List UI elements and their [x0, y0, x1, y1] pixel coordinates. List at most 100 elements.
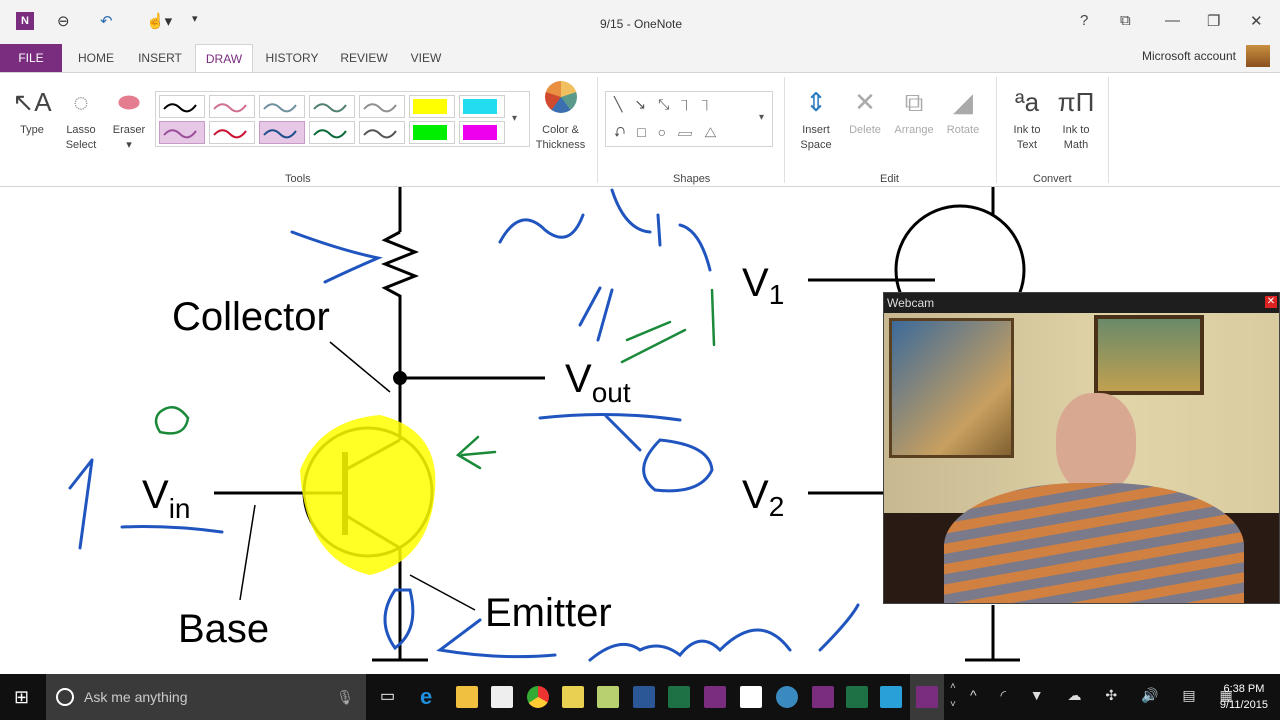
ribbon-tabs: FILE HOME INSERT DRAW HISTORY REVIEW VIE… — [0, 44, 1280, 73]
closed-shapes[interactable]: ⮏□○▱△ — [614, 122, 729, 146]
webcam-close-button[interactable]: ✕ — [1265, 296, 1277, 308]
close-button[interactable]: ✕ — [1250, 12, 1263, 30]
back-icon[interactable]: ⊖ — [57, 12, 70, 30]
lasso-label: Lasso Select — [65, 124, 97, 151]
insert-space-button[interactable]: ⇕ Insert Space — [796, 81, 836, 153]
onenote-icon[interactable] — [704, 686, 726, 708]
app-icon[interactable] — [562, 686, 584, 708]
account-menu[interactable]: Microsoft account — [1142, 49, 1236, 63]
system-tray-icons[interactable]: ^ ◜ ▼ ☁ ✣ 🔊 ▤ ▦ — [970, 687, 1243, 704]
color-thickness-button[interactable]: Color & Thickness — [533, 81, 588, 153]
tab-history[interactable]: HISTORY — [262, 44, 322, 73]
type-button[interactable]: ↖A Type — [12, 81, 52, 138]
pen-swatch[interactable] — [259, 121, 305, 144]
pen-swatch[interactable] — [259, 95, 305, 118]
avatar[interactable] — [1246, 45, 1270, 67]
v1-subscript: 1 — [769, 279, 785, 310]
webcam-video — [884, 313, 1279, 603]
pen-swatch[interactable] — [159, 95, 205, 118]
word-icon[interactable] — [633, 686, 655, 708]
pen-swatch[interactable] — [409, 95, 455, 118]
lasso-select-button[interactable]: ◌ Lasso Select — [58, 81, 104, 153]
tab-home[interactable]: HOME — [70, 44, 122, 73]
excel-icon[interactable] — [668, 686, 690, 708]
type-label: Type — [20, 124, 44, 136]
windows-start-icon[interactable]: ⊞ — [14, 687, 29, 708]
ribbon: ↖A Type ◌ Lasso Select ⬬ Eraser ▾ ▾ Color & … — [0, 72, 1280, 187]
arrange-button[interactable]: ⧉ Arrange — [890, 81, 938, 138]
delete-x-icon: ✕ — [854, 87, 876, 117]
app-icon[interactable] — [597, 686, 619, 708]
divider — [597, 77, 598, 183]
tab-insert[interactable]: INSERT — [132, 44, 188, 73]
sheets-icon[interactable] — [846, 686, 868, 708]
person-head — [1056, 393, 1136, 493]
pen-gallery-more-icon[interactable]: ▾ — [512, 113, 517, 124]
mail-icon[interactable] — [740, 686, 762, 708]
v1-label: V — [742, 261, 769, 305]
onenote-active-taskbar-button[interactable] — [910, 674, 944, 720]
pen-swatch[interactable] — [359, 95, 405, 118]
pen-swatch[interactable] — [459, 95, 505, 118]
person-shirt — [944, 483, 1244, 603]
pen-swatch[interactable] — [409, 121, 455, 144]
line-shapes[interactable]: ╲↘⤡⏋⏋ — [614, 96, 722, 113]
taskbar-scroll[interactable]: ˄ ˅ — [950, 678, 956, 714]
ink-to-math-icon: πΠ — [1057, 87, 1095, 117]
tab-review[interactable]: REVIEW — [336, 44, 392, 73]
chrome-icon[interactable] — [527, 686, 549, 708]
chat-icon[interactable] — [880, 686, 902, 708]
pen-swatch[interactable] — [209, 121, 255, 144]
tab-view[interactable]: VIEW — [404, 44, 448, 73]
help-button[interactable]: ? — [1080, 12, 1088, 29]
webcam-window[interactable]: Webcam ✕ — [883, 292, 1280, 604]
ink-to-math-button[interactable]: πΠ Ink to Math — [1054, 81, 1098, 153]
eraser-button[interactable]: ⬬ Eraser ▾ — [108, 81, 150, 153]
app-globe-icon[interactable] — [776, 686, 798, 708]
shapes-gallery: ╲↘⤡⏋⏋ ⮏□○▱△ ▾ — [605, 91, 773, 147]
customize-toolbar-icon[interactable]: ▾ — [192, 12, 198, 25]
restore-button[interactable]: ❐ — [1207, 12, 1220, 30]
file-explorer-icon[interactable] — [456, 686, 478, 708]
ink-to-text-label: Ink to Text — [1013, 124, 1041, 151]
rotate-button[interactable]: ◢ Rotate — [942, 81, 984, 138]
color-wheel-icon — [533, 81, 588, 123]
tab-draw[interactable]: DRAW — [195, 44, 253, 73]
store-icon[interactable] — [491, 686, 513, 708]
pen-swatch[interactable] — [309, 121, 355, 144]
delete-label: Delete — [849, 124, 881, 136]
cortana-search-box[interactable]: Ask me anything 🎙 — [46, 674, 366, 720]
onenote-clipper-icon[interactable] — [812, 686, 834, 708]
touch-mode-icon[interactable]: ☝▾ — [146, 12, 172, 30]
cortana-icon — [56, 688, 74, 706]
note-canvas[interactable]: Collector Base Emitter Vout Vin V1 V2 We… — [0, 187, 1280, 672]
full-screen-icon[interactable]: ⧉ — [1120, 12, 1131, 29]
arrange-label: Arrange — [894, 124, 934, 136]
pen-swatch[interactable] — [209, 95, 255, 118]
pen-swatch[interactable] — [309, 95, 355, 118]
v2-subscript: 2 — [769, 491, 785, 522]
delete-button[interactable]: ✕ Delete — [843, 81, 887, 138]
pen-swatch[interactable] — [459, 121, 505, 144]
ink-to-math-label: Ink to Math — [1062, 124, 1090, 151]
tab-file[interactable]: FILE — [0, 44, 62, 73]
divider — [996, 77, 997, 183]
pen-swatch[interactable] — [359, 121, 405, 144]
task-view-icon[interactable]: ▭ — [380, 686, 395, 706]
wall-map-picture — [889, 318, 1014, 458]
insert-space-label: Insert Space — [800, 124, 832, 151]
svg-text:Vout: Vout — [565, 357, 631, 408]
undo-icon[interactable]: ↶ — [100, 12, 113, 30]
group-label-convert: Convert — [1033, 173, 1072, 185]
minimize-button[interactable]: — — [1165, 12, 1180, 29]
rotate-label: Rotate — [946, 124, 980, 136]
edge-icon[interactable]: e — [420, 686, 442, 708]
pen-swatch[interactable] — [159, 121, 205, 144]
clock-time: 6:38 PM — [1223, 683, 1265, 695]
eraser-label: Eraser — [112, 124, 146, 136]
clock[interactable]: 6:38 PM 9/11/2015 — [1220, 681, 1268, 713]
shapes-more-icon[interactable]: ▾ — [759, 112, 764, 123]
vin-subscript: in — [169, 493, 191, 524]
color-thickness-label: Color & Thickness — [535, 124, 586, 151]
ink-to-text-button[interactable]: ªa Ink to Text — [1006, 81, 1048, 153]
